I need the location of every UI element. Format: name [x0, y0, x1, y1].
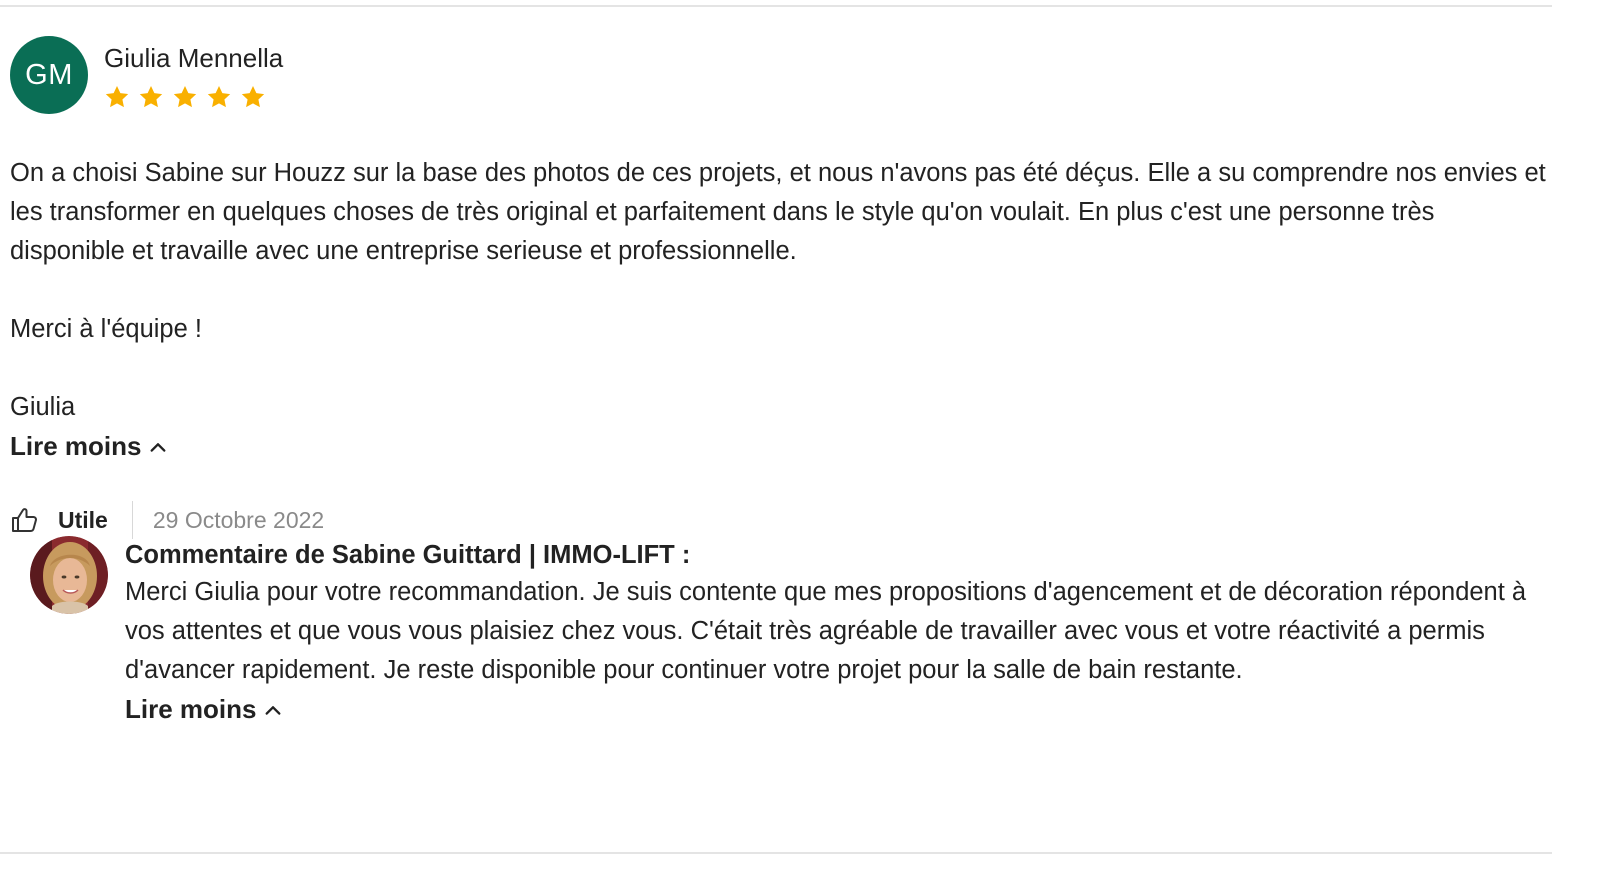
- reviewer-info: Giulia Mennella: [104, 36, 283, 110]
- review-header: GM Giulia Mennella: [10, 36, 1550, 114]
- review-paragraph: Giulia: [10, 393, 76, 421]
- reply-content: Commentaire de Sabine Guittard | IMMO-LI…: [125, 536, 1540, 729]
- meta-divider: [131, 501, 133, 539]
- review-read-less-link[interactable]: Lire moins: [10, 427, 167, 466]
- review-meta: Utile 29 Octobre 2022: [10, 500, 324, 540]
- replier-photo: [30, 536, 108, 614]
- chevron-up-icon: [266, 705, 281, 715]
- read-less-label: Lire moins: [10, 431, 142, 461]
- star-icon: [241, 85, 265, 108]
- reply-title: Commentaire de Sabine Guittard | IMMO-LI…: [125, 541, 691, 569]
- review-body: On a choisi Sabine sur Houzz sur la base…: [10, 154, 1550, 427]
- reviewer-initials: GM: [25, 58, 73, 91]
- star-icon: [105, 85, 129, 108]
- replier-avatar: [30, 536, 108, 614]
- chevron-up-icon: [151, 442, 166, 452]
- helpful-button[interactable]: Utile: [10, 505, 108, 535]
- review-date: 29 Octobre 2022: [152, 506, 325, 533]
- professional-reply: Commentaire de Sabine Guittard | IMMO-LI…: [30, 536, 1540, 729]
- review-card: GM Giulia Mennella On a choisi Sabine su…: [10, 36, 1550, 539]
- thumbs-up-icon: [12, 508, 37, 532]
- star-rating: [104, 84, 283, 110]
- star-icon: [207, 85, 231, 108]
- read-less-label: Lire moins: [125, 694, 257, 724]
- review-paragraph: Merci à l'équipe !: [10, 315, 202, 343]
- helpful-label: Utile: [58, 506, 108, 533]
- star-icon: [139, 85, 163, 108]
- review-paragraph: On a choisi Sabine sur Houzz sur la base…: [10, 159, 1546, 265]
- bottom-divider: [0, 852, 1552, 854]
- star-icon: [173, 85, 197, 108]
- reviewer-name: Giulia Mennella: [104, 43, 284, 73]
- reply-read-less-link[interactable]: Lire moins: [125, 690, 282, 729]
- reply-text: Merci Giulia pour votre recommandation. …: [125, 578, 1527, 684]
- top-divider: [0, 5, 1552, 7]
- reviewer-avatar: GM: [10, 36, 88, 114]
